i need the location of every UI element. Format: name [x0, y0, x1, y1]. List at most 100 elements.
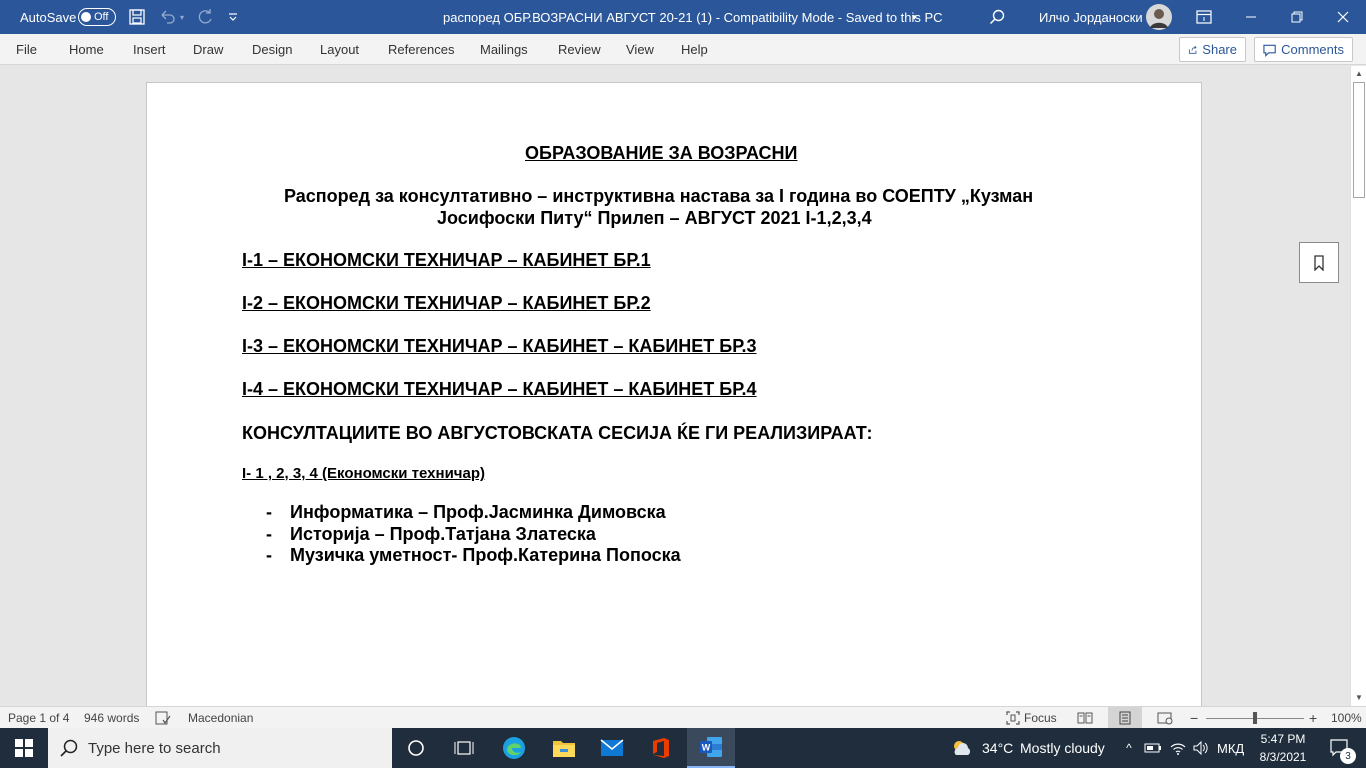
word-count[interactable]: 946 words: [84, 707, 139, 729]
battery-icon[interactable]: [1143, 728, 1163, 768]
zoom-level[interactable]: 100%: [1331, 707, 1362, 729]
class-line-3: I-3 – ЕКОНОМСКИ ТЕХНИЧАР – КАБИНЕТ – КАБ…: [242, 336, 757, 356]
tab-help[interactable]: Help: [681, 34, 708, 65]
autosave-state: Off: [94, 11, 109, 23]
tab-design[interactable]: Design: [252, 34, 292, 65]
autosave-label: AutoSave: [20, 9, 77, 25]
tab-draw[interactable]: Draw: [193, 34, 223, 65]
language[interactable]: Macedonian: [188, 707, 253, 729]
minimize-button[interactable]: [1228, 0, 1274, 34]
redo-icon[interactable]: [196, 0, 214, 34]
file-explorer-icon[interactable]: [540, 728, 588, 768]
focus-label: Focus: [1024, 711, 1057, 725]
tab-references[interactable]: References: [388, 34, 454, 65]
document-page[interactable]: ОБРАЗОВАНИЕ ЗА ВОЗРАСНИ Распоред за конс…: [146, 82, 1202, 706]
restore-button[interactable]: [1274, 0, 1320, 34]
notification-count-badge: 3: [1340, 748, 1356, 764]
clock[interactable]: 5:47 PM 8/3/2021: [1252, 730, 1314, 766]
undo-icon[interactable]: [158, 0, 176, 34]
start-button[interactable]: [0, 728, 48, 768]
focus-button[interactable]: Focus: [1006, 707, 1057, 729]
print-layout-icon[interactable]: [1108, 707, 1142, 729]
task-view-icon[interactable]: [440, 728, 488, 768]
search-icon[interactable]: [989, 0, 1005, 34]
title-bar: AutoSave Off ▾ распоред ОБР.ВОЗРАСНИ АВГ…: [0, 0, 1366, 34]
undo-dropdown-icon[interactable]: ▾: [180, 0, 184, 34]
user-name[interactable]: Илчо Јорданоски: [1039, 0, 1143, 34]
doc-subtitle-line2: Јосифоски Питу“ Прилеп – АВГУСТ 2021 I-1…: [437, 208, 872, 228]
taskbar-search-placeholder: Type here to search: [88, 739, 221, 757]
bookmark-icon: [1314, 254, 1324, 271]
tab-insert[interactable]: Insert: [133, 34, 166, 65]
tab-view[interactable]: View: [626, 34, 654, 65]
class-line-1: I-1 – ЕКОНОМСКИ ТЕХНИЧАР – КАБИНЕТ БР.1: [242, 250, 651, 270]
read-mode-icon[interactable]: [1077, 707, 1093, 729]
wifi-icon[interactable]: [1168, 728, 1188, 768]
tab-home[interactable]: Home: [69, 34, 104, 65]
bullet-dash: -: [266, 545, 272, 565]
doc-subtitle-line1: Распоред за консултативно – инструктивна…: [284, 186, 1034, 206]
zoom-slider-thumb[interactable]: [1253, 711, 1257, 724]
windows-taskbar: Type here to search W 34°C Mostly cloudy…: [0, 728, 1366, 768]
zoom-out-icon[interactable]: −: [1190, 707, 1198, 729]
share-icon: [1188, 45, 1197, 54]
scroll-up-arrow-icon[interactable]: ▲: [1351, 66, 1366, 80]
mail-icon[interactable]: [588, 728, 636, 768]
close-button[interactable]: [1320, 0, 1366, 34]
page-info[interactable]: Page 1 of 4: [8, 707, 69, 729]
bullet-dash: -: [266, 502, 272, 522]
word-taskbar-icon[interactable]: W: [687, 728, 735, 768]
focus-icon: [1006, 711, 1020, 725]
teacher-line-3: Музичка уметност- Проф.Катерина Попоска: [290, 545, 681, 565]
save-icon[interactable]: [128, 0, 146, 34]
avatar[interactable]: [1146, 0, 1172, 34]
proofing-icon[interactable]: [155, 707, 171, 729]
cortana-icon[interactable]: [392, 728, 440, 768]
volume-icon[interactable]: [1191, 728, 1211, 768]
comment-icon: [1263, 44, 1276, 57]
scroll-down-arrow-icon[interactable]: ▼: [1351, 690, 1366, 704]
group-label: I- 1 , 2, 3, 4 (Економски техничар): [242, 465, 485, 482]
vertical-scrollbar[interactable]: ▲ ▼: [1350, 66, 1366, 706]
input-language[interactable]: МКД: [1217, 728, 1244, 768]
share-button[interactable]: Share: [1179, 37, 1246, 62]
autosave-toggle[interactable]: Off: [78, 0, 116, 34]
zoom-in-icon[interactable]: +: [1309, 707, 1317, 729]
clock-time: 5:47 PM: [1260, 732, 1306, 746]
tab-review[interactable]: Review: [558, 34, 601, 65]
weather-text[interactable]: Mostly cloudy: [1020, 728, 1105, 768]
document-title: распоред ОБР.ВОЗРАСНИ АВГУСТ 20-21 (1) -…: [443, 9, 943, 25]
tab-mailings[interactable]: Mailings: [480, 34, 528, 65]
ribbon-tab-bar: File Home Insert Draw Design Layout Refe…: [0, 34, 1366, 65]
office-icon[interactable]: [637, 728, 685, 768]
search-icon: [60, 739, 78, 757]
notifications-button[interactable]: 3: [1320, 728, 1360, 768]
taskbar-search-box[interactable]: Type here to search: [48, 728, 392, 768]
teacher-line-1: Информатика – Проф.Јасминка Димовска: [290, 502, 666, 522]
status-bar: Page 1 of 4 946 words Macedonian Focus −…: [0, 706, 1366, 729]
bullet-dash: -: [266, 524, 272, 544]
doc-heading: ОБРАЗОВАНИЕ ЗА ВОЗРАСНИ: [525, 143, 798, 163]
consult-heading: КОНСУЛТАЦИИТЕ ВО АВГУСТОВСКАТА СЕСИЈА ЌЕ…: [242, 423, 873, 443]
document-canvas[interactable]: ОБРАЗОВАНИЕ ЗА ВОЗРАСНИ Распоред за конс…: [0, 66, 1350, 706]
tab-file[interactable]: File: [16, 34, 37, 65]
comments-label: Comments: [1281, 42, 1344, 57]
title-dropdown-icon[interactable]: ▾: [912, 0, 917, 34]
edge-icon[interactable]: [490, 728, 538, 768]
zoom-slider[interactable]: [1206, 707, 1304, 729]
show-hidden-icons-icon[interactable]: ^: [1120, 728, 1138, 768]
web-layout-icon[interactable]: [1157, 707, 1173, 729]
share-label: Share: [1202, 42, 1237, 57]
customize-toolbar-icon[interactable]: [228, 0, 238, 34]
tab-layout[interactable]: Layout: [320, 34, 359, 65]
windows-logo-icon: [15, 739, 33, 757]
ribbon-display-options-icon[interactable]: [1196, 0, 1212, 34]
scrollbar-thumb[interactable]: [1353, 82, 1365, 198]
class-line-2: I-2 – ЕКОНОМСКИ ТЕХНИЧАР – КАБИНЕТ БР.2: [242, 293, 651, 313]
clock-date: 8/3/2021: [1259, 750, 1307, 764]
svg-text:W: W: [702, 743, 711, 753]
weather-temp[interactable]: 34°C: [982, 728, 1013, 768]
weather-icon[interactable]: [950, 728, 974, 768]
comments-button[interactable]: Comments: [1254, 37, 1353, 62]
bookmark-button[interactable]: [1299, 242, 1339, 283]
